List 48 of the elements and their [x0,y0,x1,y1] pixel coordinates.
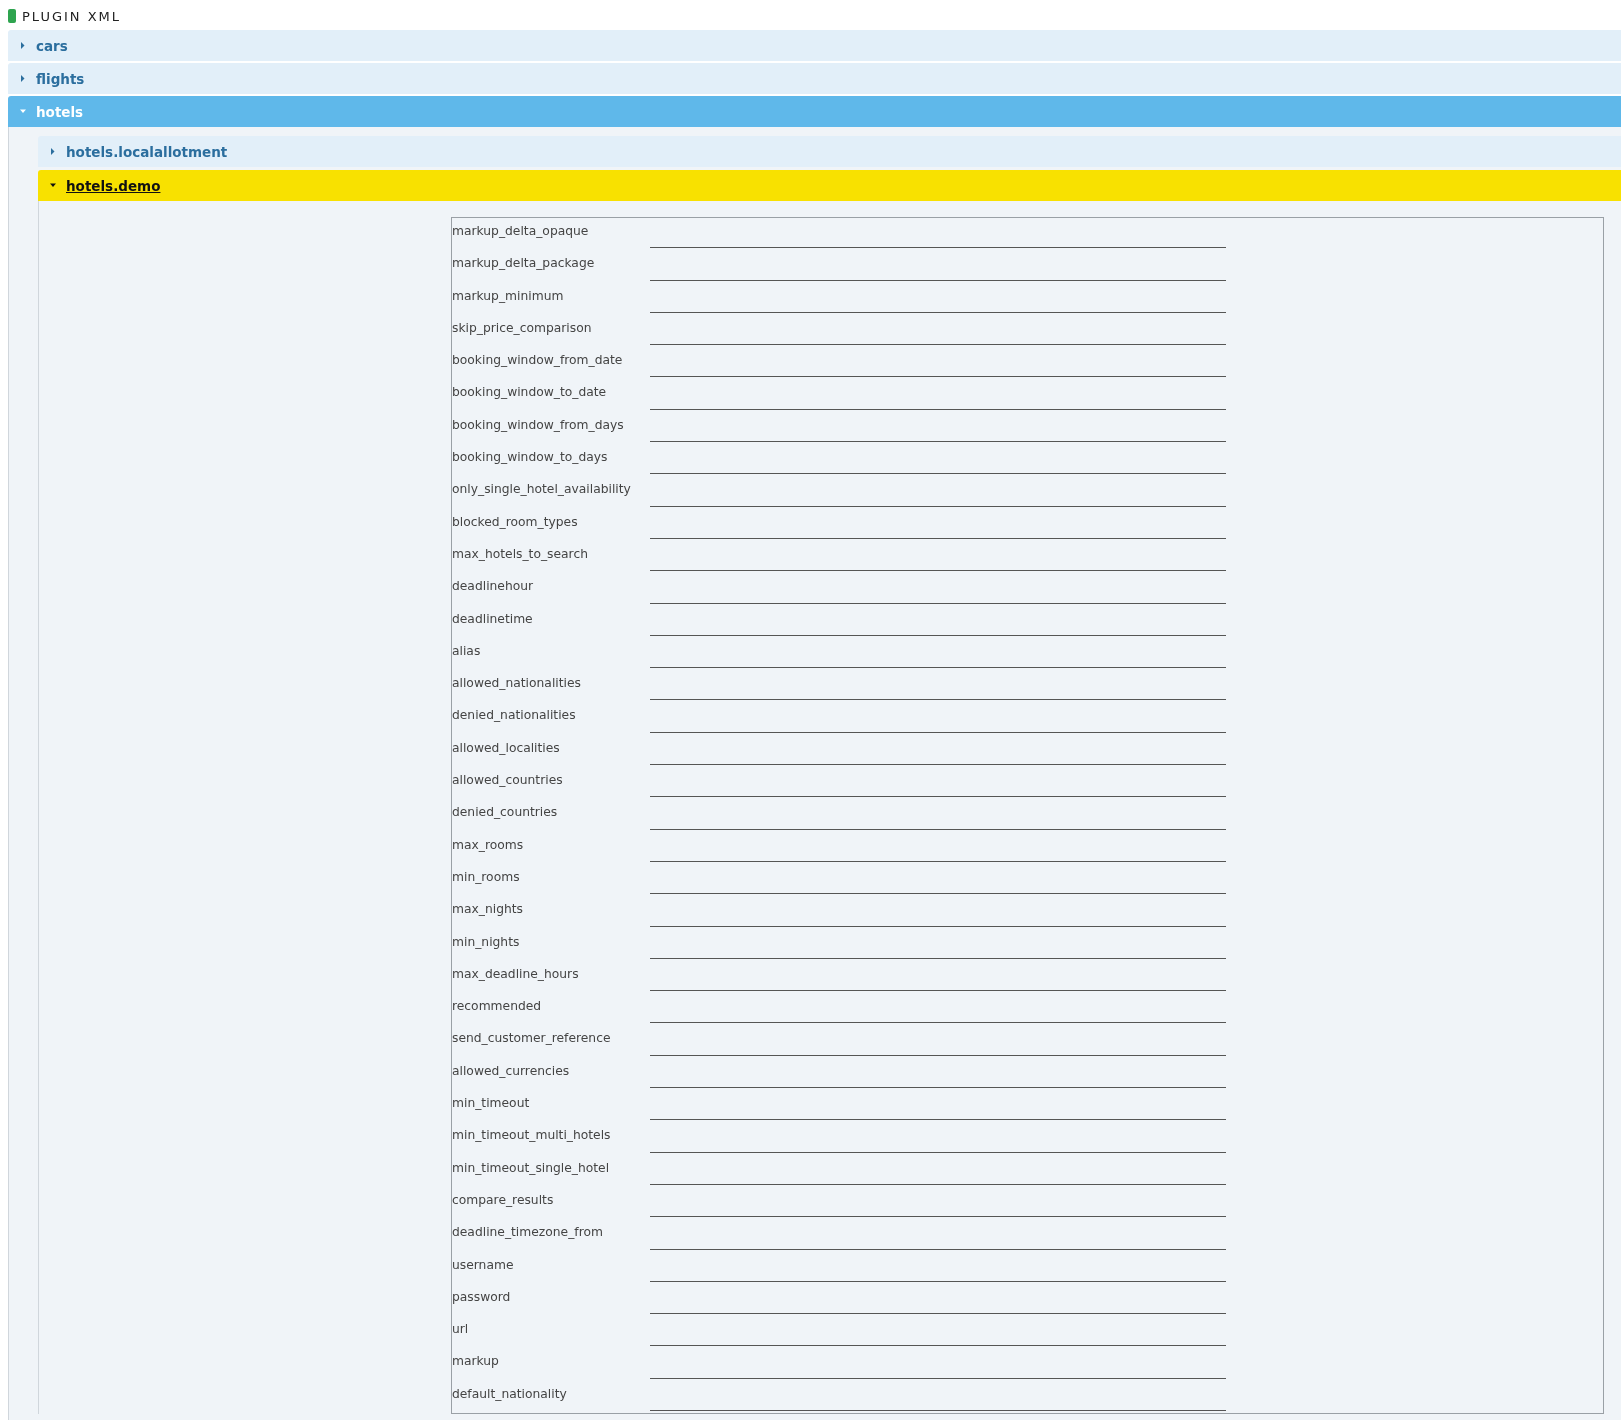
field-label: allowed_localities [452,739,561,757]
caret-icon [50,148,56,155]
accordion-header[interactable]: hotels.localallotment [38,136,1621,167]
title-marker [8,9,16,23]
field-label: markup_delta_package [452,255,596,273]
field-label: default_nationality [452,1385,568,1403]
field-label: max_hotels_to_search [452,545,589,563]
field-label: markup_minimum [452,287,565,305]
field-label: min_timeout_multi_hotels [452,1127,612,1145]
field-label: booking_window_to_date [452,384,608,402]
caret-icon [20,42,26,49]
field-label: send_customer_reference [452,1030,612,1048]
field-label: booking_window_to_days [452,449,609,467]
field-label: markup [452,1353,500,1371]
field-label: recommended [452,998,543,1016]
field-label: denied_nationalities [452,707,577,725]
field-label: booking_window_from_date [452,352,624,370]
field-label: markup_delta_opaque [452,223,590,240]
caret-icon [50,182,56,189]
field-label: min_timeout [452,1095,531,1112]
field-label: password [452,1288,512,1306]
page-title: PLUGIN XML [22,8,122,24]
field-label: max_nights [452,901,524,919]
caret-icon [20,75,26,82]
field-label: max_rooms [452,836,525,854]
field-label: alias [452,642,482,660]
accordion-header[interactable]: cars [8,30,1621,61]
field-label: skip_price_comparison [452,319,593,337]
accordion-header[interactable]: hotels.demo [38,170,1621,201]
field-label: allowed_nationalities [452,675,582,693]
field-label: blocked_room_types [452,513,579,531]
field-label: min_timeout_single_hotel [452,1159,611,1177]
accordion-header[interactable]: flights [8,63,1621,94]
field-label: deadlinehour [452,578,535,596]
field-label: only_single_hotel_availability [452,481,632,499]
field-label: username [452,1256,515,1274]
field-label: max_deadline_hours [452,965,580,983]
field-label: url [452,1321,470,1339]
field-label: booking_window_from_days [452,416,625,434]
field-label: deadlinetime [452,610,534,628]
field-label: compare_results [452,1191,555,1209]
field-label: denied_countries [452,804,559,822]
caret-icon [20,108,26,115]
field-label: deadline_timezone_from [452,1224,604,1242]
field-label: min_rooms [452,868,521,886]
field-label: allowed_currencies [452,1062,571,1080]
field-label: min_nights [452,933,521,951]
field-label: allowed_countries [452,772,564,790]
